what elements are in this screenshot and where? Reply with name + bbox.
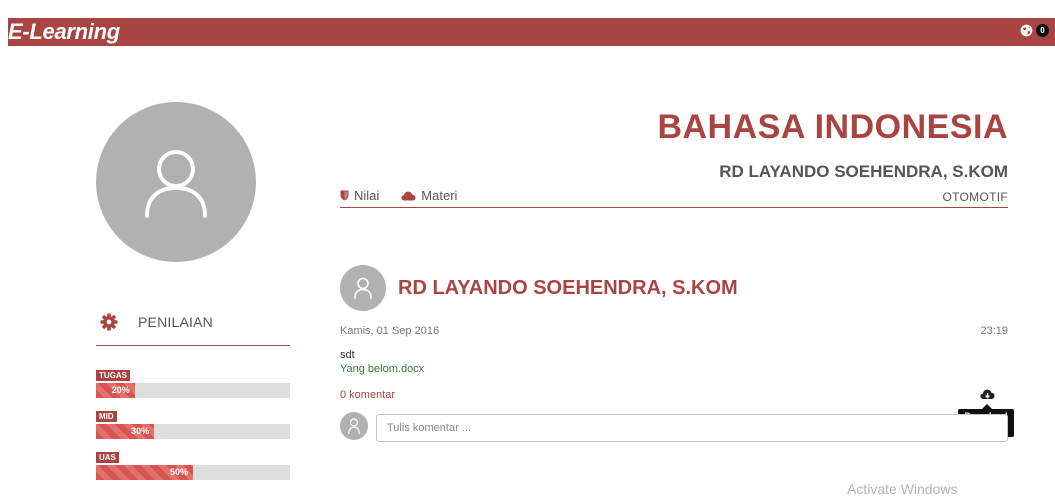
user-icon	[145, 150, 207, 218]
grade-progress-track: 50%	[96, 465, 290, 480]
grade-progress-track: 30%	[96, 424, 290, 439]
post-time: 23:19	[980, 325, 1008, 337]
grade-progress-track: 20%	[96, 383, 290, 398]
user-icon	[348, 418, 360, 434]
grade-percent: 20%	[111, 385, 130, 395]
grade-label: TUGAS	[96, 370, 130, 381]
profile-avatar	[96, 102, 256, 262]
comments-link[interactable]: 0 komentar	[340, 389, 395, 401]
department-label: OTOMOTIF	[942, 190, 1008, 204]
tab-label: Nilai	[354, 188, 380, 203]
notification-badge[interactable]: 0	[1036, 24, 1049, 37]
cloud-icon	[401, 191, 416, 200]
post-author: RD LAYANDO SOEHENDRA, S.KOM	[398, 277, 738, 299]
shield-icon	[340, 190, 349, 201]
top-navbar: E-Learning 0	[8, 18, 1055, 46]
penilaian-heading: PENILAIAN	[100, 313, 213, 331]
comment-input[interactable]	[376, 414, 1008, 442]
attachment-link[interactable]: Yang belom.docx	[340, 363, 424, 375]
content-divider	[340, 207, 1008, 208]
penilaian-label: PENILAIAN	[138, 314, 213, 330]
activate-windows-watermark: Activate Windows	[847, 481, 958, 497]
grade-percent: 50%	[169, 467, 188, 477]
top-icons: 0	[1020, 24, 1049, 37]
grade-label: UAS	[96, 452, 119, 463]
post-date: Kamis, 01 Sep 2016	[340, 325, 440, 337]
teacher-name: RD LAYANDO SOEHENDRA, S.KOM	[719, 162, 1008, 181]
brand-logo[interactable]: E-Learning	[8, 18, 120, 46]
comment-user-avatar	[340, 412, 368, 440]
tab-label: Materi	[421, 188, 458, 203]
globe-icon[interactable]	[1020, 24, 1033, 37]
gear-icon	[100, 313, 118, 331]
grade-mid: MID 30%	[96, 406, 290, 439]
course-title: BAHASA INDONESIA	[657, 108, 1008, 146]
tab-nilai[interactable]: Nilai	[340, 188, 379, 203]
post-body: sdt	[340, 349, 355, 361]
penilaian-divider	[96, 345, 290, 346]
post-author-avatar	[340, 265, 386, 311]
grade-percent: 30%	[131, 426, 150, 436]
grade-tugas: TUGAS 20%	[96, 365, 290, 398]
grade-label: MID	[96, 411, 117, 422]
cloud-download-icon[interactable]	[980, 388, 995, 401]
course-tabs: Nilai Materi	[340, 188, 457, 203]
user-icon	[354, 277, 372, 299]
grade-uas: UAS 50%	[96, 447, 290, 480]
tab-materi[interactable]: Materi	[401, 188, 457, 203]
